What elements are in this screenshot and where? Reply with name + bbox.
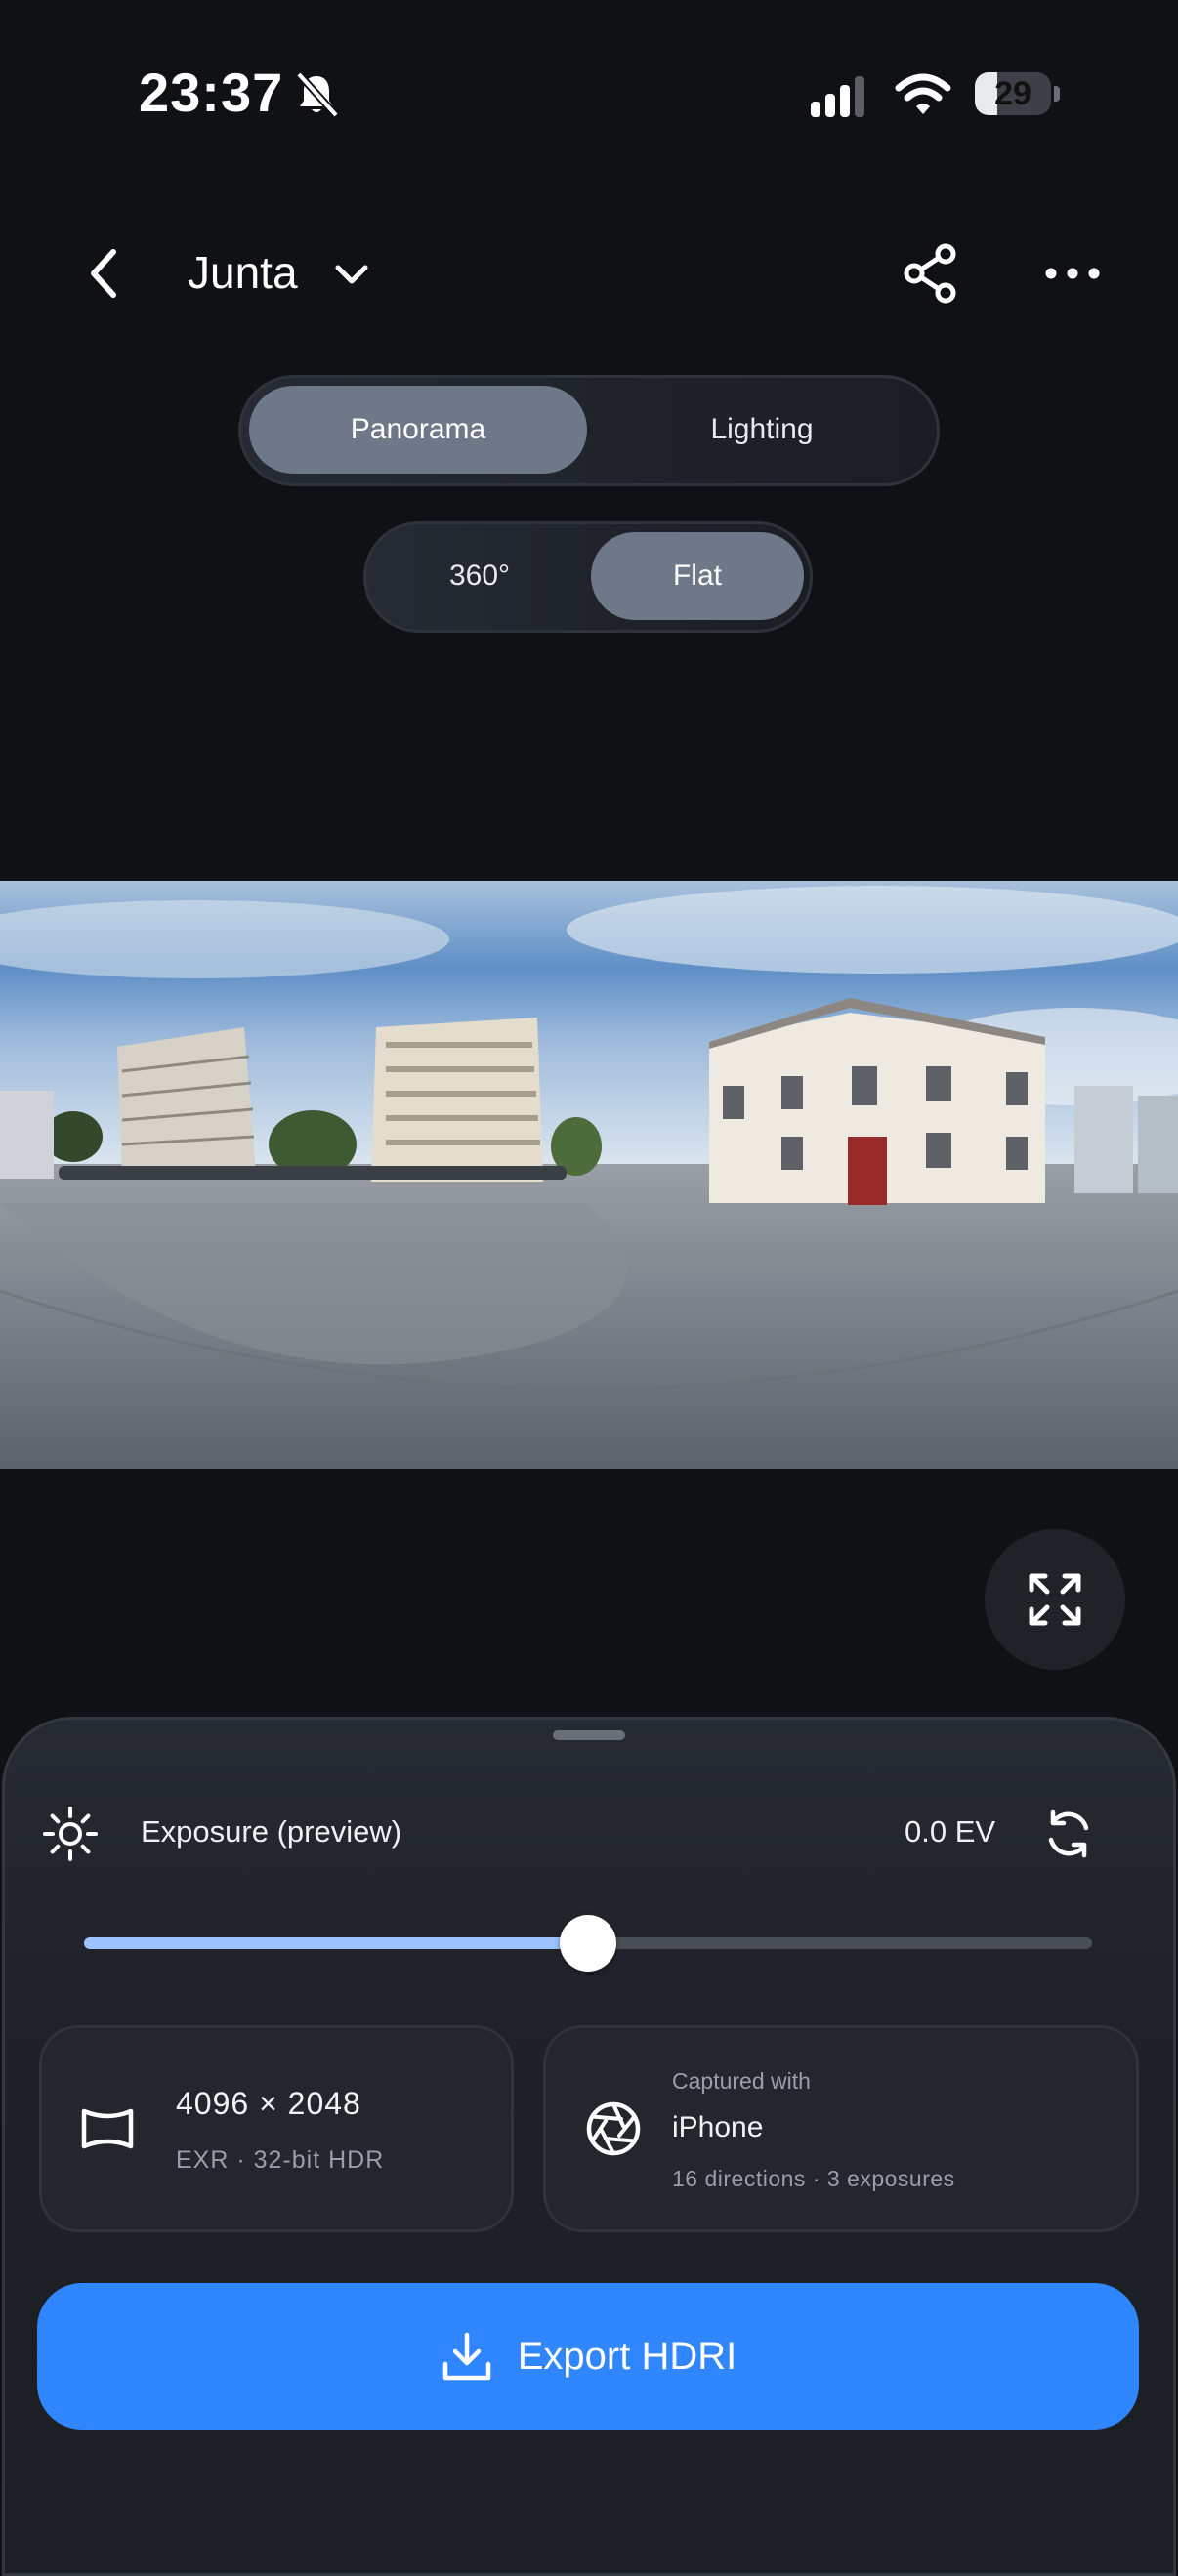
- expand-icon: [1029, 1573, 1081, 1626]
- capture-details: 16 directions · 3 exposures: [672, 2166, 955, 2191]
- reset-icon[interactable]: [1041, 1807, 1096, 1861]
- exposure-value: 0.0 EV: [905, 1814, 996, 1849]
- status-time: 23:37: [139, 62, 284, 123]
- more-icon[interactable]: [1043, 262, 1102, 285]
- sheet-handle[interactable]: [553, 1730, 625, 1740]
- exposure-slider-fill: [84, 1937, 588, 1949]
- tab-lighting[interactable]: Lighting: [593, 386, 931, 474]
- option-flat[interactable]: Flat: [591, 532, 804, 620]
- exposure-label: Exposure (preview): [141, 1814, 402, 1849]
- tab-panorama[interactable]: Panorama: [249, 386, 587, 474]
- chevron-down-icon[interactable]: [332, 260, 371, 289]
- battery-icon: 29: [975, 72, 1061, 117]
- capture-device: iPhone: [672, 2111, 764, 2143]
- export-hdri-button[interactable]: Export HDRI: [37, 2283, 1139, 2430]
- battery-level: 29: [994, 75, 1031, 112]
- panorama-illustration: [0, 881, 1178, 1469]
- wifi-icon: [895, 73, 951, 114]
- page-title[interactable]: Junta: [188, 246, 298, 299]
- aperture-icon: [586, 2101, 641, 2156]
- download-icon: [442, 2332, 490, 2381]
- sun-icon: [43, 1807, 98, 1861]
- view-mode-toggle: Panorama Lighting: [238, 375, 940, 486]
- fullscreen-button[interactable]: [985, 1529, 1125, 1670]
- signal-icon: [811, 76, 864, 117]
- share-icon[interactable]: [901, 242, 963, 305]
- capture-label: Captured with: [672, 2068, 811, 2094]
- export-hdri-label: Export HDRI: [517, 2334, 737, 2378]
- resolution-format: EXR · 32-bit HDR: [176, 2146, 385, 2174]
- chevron-left-icon[interactable]: [82, 244, 125, 303]
- projection-toggle: 360° Flat: [363, 521, 813, 633]
- resolution-value: 4096 × 2048: [176, 2086, 361, 2121]
- exposure-slider-thumb[interactable]: [560, 1915, 616, 1972]
- panorama-frame-icon: [81, 2108, 134, 2149]
- bell-slash-icon: [296, 71, 339, 118]
- panorama-image[interactable]: [0, 881, 1178, 1469]
- option-360[interactable]: 360°: [374, 532, 585, 620]
